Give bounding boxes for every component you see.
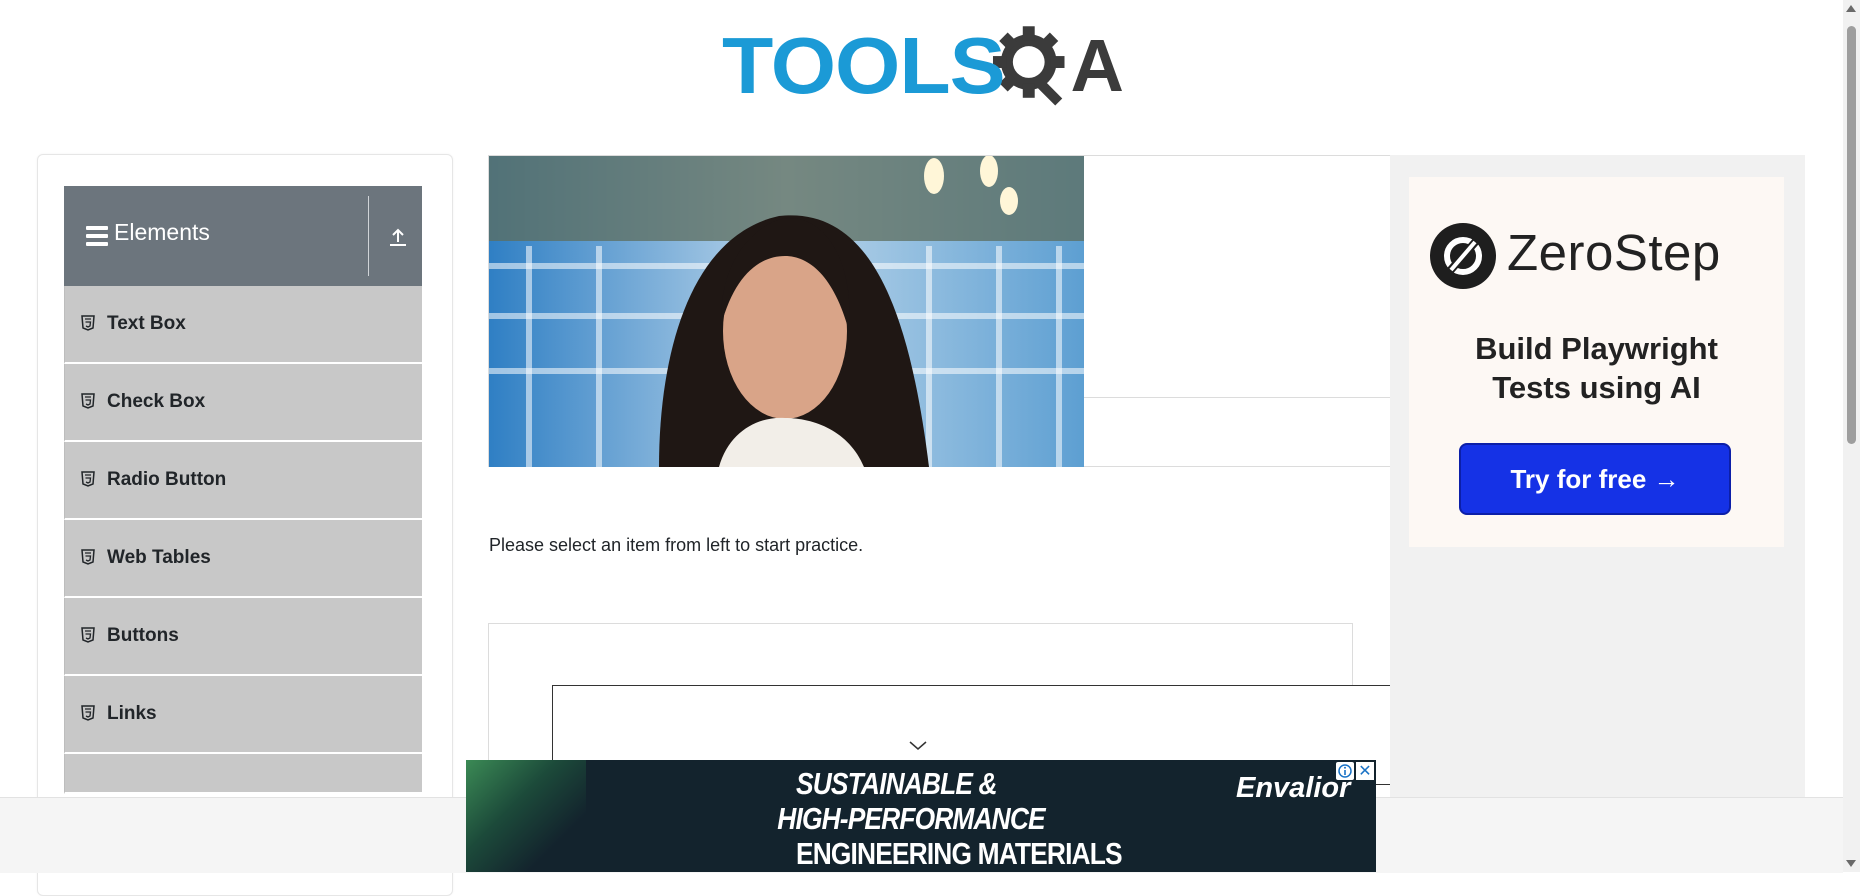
sidebar-item-buttons[interactable]: Buttons (64, 598, 422, 676)
html5-icon (81, 705, 95, 721)
sidebar-panel: Elements Text Box Check Box Radio Button… (37, 154, 453, 896)
elements-group-header[interactable]: Elements (64, 186, 422, 286)
html5-icon (81, 627, 95, 643)
tagline-line-1: Build Playwright (1475, 331, 1718, 366)
adchoices-icon[interactable] (1336, 762, 1354, 780)
zerostep-ad-card[interactable]: ZeroStep Build Playwright Tests using AI… (1409, 177, 1784, 547)
sidebar-item-radio-button[interactable]: Radio Button (64, 442, 422, 520)
sidebar-item-web-tables[interactable]: Web Tables (64, 520, 422, 598)
try-for-free-button[interactable]: Try for free → (1459, 443, 1731, 515)
logo-text-a: A (1070, 24, 1124, 107)
group-title: Elements (114, 219, 210, 245)
sidebar-item-label: Radio Button (107, 469, 227, 490)
ad-close-icon[interactable]: ✕ (1356, 762, 1374, 780)
ad-brand: Envalior (1236, 772, 1351, 804)
scrollbar-thumb[interactable] (1847, 26, 1856, 444)
banner-divider (1084, 397, 1395, 398)
sidebar-item-check-box[interactable]: Check Box (64, 364, 422, 442)
collapse-up-icon[interactable] (388, 226, 408, 248)
right-advertisement[interactable]: ZeroStep Build Playwright Tests using AI… (1390, 155, 1805, 805)
logo-text-tools: TOOLS (722, 21, 1006, 110)
html5-icon (81, 549, 95, 565)
ad-swoosh-graphic (466, 760, 586, 872)
banner-photo (489, 156, 1084, 467)
intro-text: Please select an item from left to start… (489, 535, 864, 555)
zerostep-tagline: Build Playwright Tests using AI (1429, 329, 1764, 407)
scroll-down-arrow-icon[interactable] (1846, 860, 1856, 867)
sidebar-item-text-box[interactable]: Text Box (64, 286, 422, 364)
html5-icon (81, 315, 95, 331)
woman-portrait-image (489, 156, 1084, 467)
toolsqa-logo[interactable]: TOOLS A (722, 18, 1124, 114)
page-scrollbar[interactable] (1843, 0, 1860, 872)
ad-headline-line-2: HIGH-PERFORMANCE (777, 801, 1045, 836)
sidebar-item-next[interactable] (64, 754, 422, 794)
sidebar-item-links[interactable]: Links (64, 676, 422, 754)
ad-headline-line-1: SUSTAINABLE & (796, 766, 998, 801)
hamburger-icon (86, 226, 108, 246)
banner-area (488, 155, 1396, 467)
elements-menu-list: Text Box Check Box Radio Button Web Tabl… (64, 286, 422, 794)
tagline-line-2: Tests using AI (1492, 370, 1701, 405)
chevron-down-icon[interactable] (907, 739, 929, 753)
sidebar-item-label: Links (107, 703, 157, 724)
sidebar-item-label: Web Tables (107, 547, 211, 568)
sidebar-item-label: Buttons (107, 625, 179, 646)
zerostep-logo-icon (1430, 223, 1496, 289)
zerostep-brand: ZeroStep (1507, 224, 1721, 281)
html5-icon (81, 393, 95, 409)
bottom-advertisement[interactable]: SUSTAINABLE & HIGH-PERFORMANCE ENGINEERI… (466, 760, 1376, 872)
scroll-up-arrow-icon[interactable] (1846, 5, 1856, 12)
sidebar-item-label: Text Box (107, 313, 186, 334)
header-divider (368, 196, 369, 276)
ad-headline: SUSTAINABLE & HIGH-PERFORMANCE ENGINEERI… (777, 766, 1123, 871)
sidebar-item-label: Check Box (107, 391, 206, 412)
ad-headline-line-3: ENGINEERING MATERIALS (796, 836, 1123, 871)
html5-icon (81, 471, 95, 487)
